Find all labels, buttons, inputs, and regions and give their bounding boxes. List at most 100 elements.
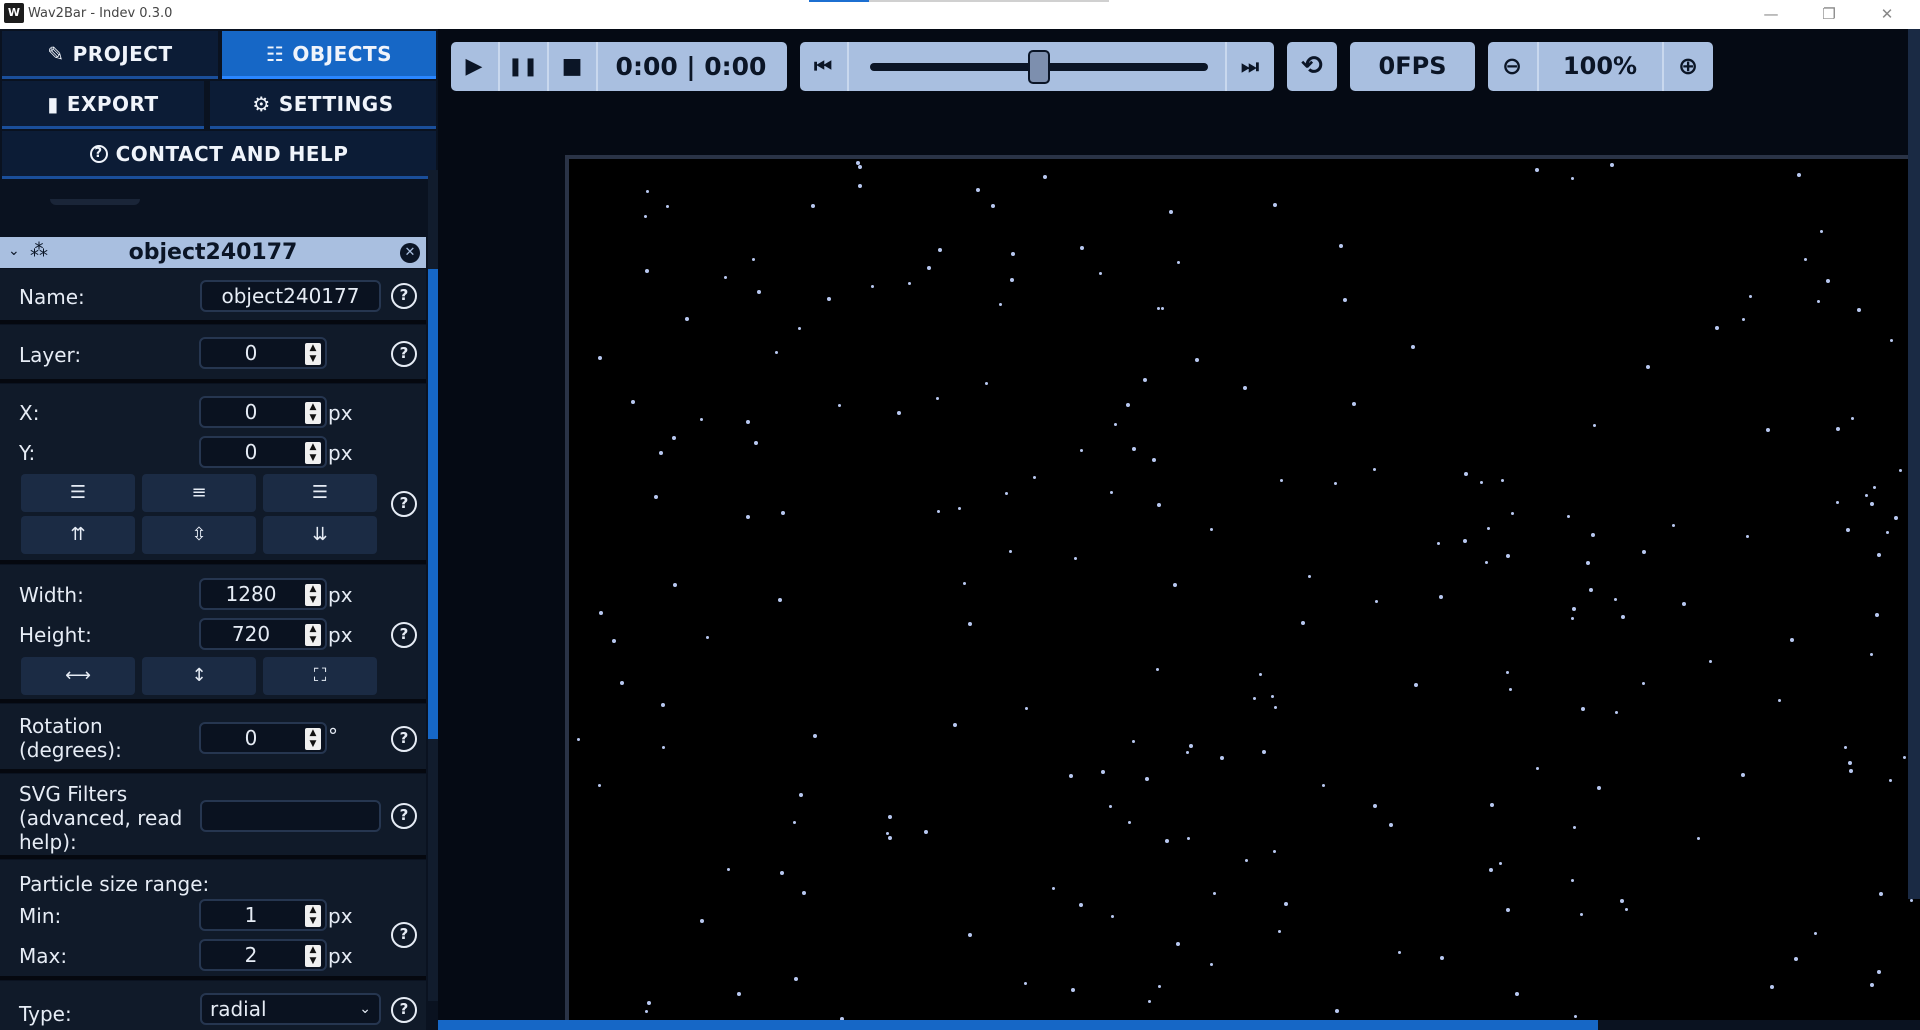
close-window-button[interactable]: ✕ bbox=[1864, 0, 1910, 29]
particle bbox=[936, 397, 939, 400]
canvas-horizontal-scrollbar[interactable] bbox=[438, 1020, 1598, 1030]
spinner-icon[interactable]: ▲ ▼ bbox=[305, 442, 321, 464]
layer-input[interactable]: 0 ▲ ▼ bbox=[199, 337, 327, 369]
preview-canvas[interactable] bbox=[565, 155, 1920, 1020]
particle bbox=[1173, 583, 1177, 587]
separator bbox=[596, 42, 598, 91]
particle bbox=[1043, 175, 1047, 179]
particle bbox=[1463, 539, 1467, 543]
time-display: 0:00 | 0:00 bbox=[615, 52, 767, 81]
help-icon[interactable]: ? bbox=[391, 803, 417, 829]
tab-settings[interactable]: ⚙ SETTINGS bbox=[210, 81, 436, 129]
particle bbox=[1836, 501, 1839, 504]
object-header[interactable]: ⌄ ⁂ object240177 ✕ bbox=[0, 237, 426, 268]
spinner-icon[interactable]: ▲ ▼ bbox=[305, 905, 321, 927]
spinner-icon[interactable]: ▲ ▼ bbox=[305, 945, 321, 967]
maximize-button[interactable]: ❐ bbox=[1806, 0, 1852, 29]
layer-value: 0 bbox=[244, 341, 258, 365]
svg-filters-label-2: (advanced, read bbox=[19, 806, 183, 830]
particle bbox=[1877, 970, 1881, 974]
particle bbox=[1010, 278, 1014, 282]
stop-button[interactable]: ■ bbox=[549, 42, 595, 91]
tab-contact-help-label: CONTACT AND HELP bbox=[115, 141, 349, 166]
x-label: X: bbox=[19, 401, 40, 425]
help-icon[interactable]: ? bbox=[391, 726, 417, 752]
align-center-button[interactable]: ≡ bbox=[142, 474, 256, 512]
spinner-icon[interactable]: ▲ ▼ bbox=[305, 402, 321, 424]
particle bbox=[1111, 915, 1114, 918]
particle bbox=[599, 611, 603, 615]
particle bbox=[1009, 550, 1012, 553]
align-top-button[interactable]: ⇈ bbox=[21, 516, 135, 554]
help-icon[interactable]: ? bbox=[391, 922, 417, 948]
canvas-vertical-scrollbar[interactable] bbox=[1908, 29, 1920, 899]
particle bbox=[1071, 988, 1075, 992]
spinner-icon[interactable]: ▲ ▼ bbox=[305, 343, 321, 365]
particle bbox=[1245, 859, 1248, 862]
rotation-input[interactable]: 0 ▲ ▼ bbox=[199, 722, 327, 754]
particle bbox=[1597, 786, 1601, 790]
help-icon[interactable]: ? bbox=[391, 491, 417, 517]
particle bbox=[685, 317, 689, 321]
skip-back-button[interactable]: ⏮ bbox=[800, 42, 846, 91]
minimize-button[interactable]: — bbox=[1748, 0, 1794, 29]
svg-filters-input[interactable] bbox=[200, 800, 381, 832]
tab-export[interactable]: ▮ EXPORT bbox=[2, 81, 204, 129]
align-left-button[interactable]: ☰ bbox=[21, 474, 135, 512]
fill-width-button[interactable]: ⟷ bbox=[21, 657, 135, 695]
fill-height-button[interactable]: ↕ bbox=[142, 657, 256, 695]
zoom-out-button[interactable]: ⊖ bbox=[1488, 42, 1536, 91]
spinner-icon[interactable]: ▲ ▼ bbox=[305, 624, 321, 646]
align-right-button[interactable]: ☰ bbox=[263, 474, 377, 512]
height-unit: px bbox=[328, 623, 353, 647]
particle bbox=[1536, 767, 1539, 770]
panel-scroll-thumb[interactable] bbox=[428, 269, 438, 739]
y-input[interactable]: 0 ▲ ▼ bbox=[199, 436, 327, 468]
tab-contact-help[interactable]: ? CONTACT AND HELP bbox=[2, 131, 436, 179]
particle bbox=[1591, 533, 1595, 537]
rotation-label-1: Rotation bbox=[19, 714, 103, 738]
particle bbox=[1857, 308, 1861, 312]
help-icon[interactable]: ? bbox=[391, 341, 417, 367]
particle bbox=[1259, 673, 1262, 676]
y-label: Y: bbox=[19, 441, 36, 465]
help-icon[interactable]: ? bbox=[391, 283, 417, 309]
particle bbox=[1865, 494, 1868, 497]
type-select[interactable]: radial ⌄ bbox=[200, 993, 381, 1025]
height-input[interactable]: 720 ▲ ▼ bbox=[199, 618, 327, 650]
help-icon[interactable]: ? bbox=[391, 622, 417, 648]
particle bbox=[1846, 528, 1850, 532]
particle bbox=[1273, 203, 1277, 207]
play-button[interactable]: ▶ bbox=[451, 42, 497, 91]
pause-button[interactable]: ❚❚ bbox=[500, 42, 546, 91]
align-bottom-button[interactable]: ⇊ bbox=[263, 516, 377, 554]
spinner-icon[interactable]: ▲ ▼ bbox=[305, 584, 321, 606]
max-input[interactable]: 2 ▲ ▼ bbox=[199, 939, 327, 971]
tab-objects[interactable]: ☷ OBJECTS bbox=[222, 31, 436, 79]
svg-filters-label-3: help): bbox=[19, 830, 77, 854]
loop-icon: ⟲ bbox=[1301, 51, 1323, 81]
delete-object-button[interactable]: ✕ bbox=[400, 243, 420, 263]
align-middle-button[interactable]: ⇳ bbox=[142, 516, 256, 554]
width-input[interactable]: 1280 ▲ ▼ bbox=[199, 578, 327, 610]
spinner-icon[interactable]: ▲ ▼ bbox=[305, 728, 321, 750]
particle bbox=[1005, 492, 1008, 495]
loop-button[interactable]: ⟲ bbox=[1287, 42, 1337, 91]
zoom-in-button[interactable]: ⊕ bbox=[1664, 42, 1712, 91]
tab-project[interactable]: ✎ PROJECT bbox=[2, 31, 218, 79]
particle bbox=[1437, 542, 1440, 545]
size-row: Width: 1280 ▲ ▼ px Height: 720 ▲ ▼ px ? ⟷ … bbox=[0, 565, 426, 703]
particle bbox=[1625, 908, 1628, 911]
help-icon[interactable]: ? bbox=[391, 997, 417, 1023]
name-input[interactable]: object240177 bbox=[200, 280, 381, 312]
particle bbox=[781, 511, 785, 515]
x-unit: px bbox=[328, 401, 353, 425]
min-input[interactable]: 1 ▲ ▼ bbox=[199, 899, 327, 931]
particle bbox=[752, 258, 755, 261]
seek-thumb[interactable] bbox=[1028, 50, 1050, 84]
skip-forward-button[interactable]: ⏭ bbox=[1227, 42, 1273, 91]
fill-screen-button[interactable]: ⛶ bbox=[263, 657, 377, 695]
x-input[interactable]: 0 ▲ ▼ bbox=[199, 396, 327, 428]
particle bbox=[673, 583, 677, 587]
particle bbox=[1873, 486, 1876, 489]
